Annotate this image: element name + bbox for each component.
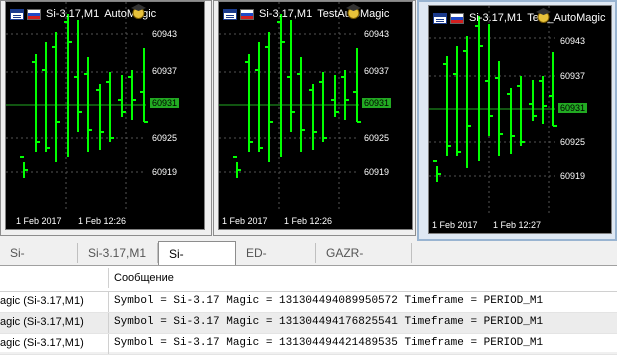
chart-title: Si-3.17,M1 [259,8,313,20]
current-price-label: 60931 [150,98,180,108]
column-message-header[interactable]: Сообщение [114,272,174,284]
tab-si-m1-3[interactable]: Si-3.17,M1 [158,241,236,285]
symbol-flag-icon [27,8,41,20]
experts-log: Сообщение agic (Si-3.17,M1) Symbol = Si-… [0,266,617,355]
y-tick-label: 60937 [152,66,178,76]
y-tick-label: 60925 [364,133,390,143]
log-header: Сообщение [0,266,617,292]
current-price-label: 60931 [558,103,588,113]
price-chart-2[interactable]: Si-3.17,M1 TestAutoMagic 60943 60937 609… [218,1,413,230]
column-divider[interactable] [108,268,109,288]
chart-window-1[interactable]: Si-3.17,M1 AutoMagic 60943 60937 60931 6… [0,0,212,236]
column-divider [108,334,109,354]
y-tick-label: 60943 [364,29,390,39]
symbol-flag-icon [240,8,254,20]
x-tick-label: 1 Feb 12:26 [284,216,333,226]
chart-window-3[interactable]: Si-3.17,M1 Test_AutoMagic 60943 60937 60… [417,0,617,241]
chart-window-2[interactable]: Si-3.17,M1 TestAutoMagic 60943 60937 609… [213,0,416,236]
x-tick-label: 1 Feb 2017 [432,220,478,230]
tab-gazr-h1[interactable]: GAZR-3.17,H1 [316,243,412,280]
tab-ed-h1[interactable]: ED-3.17,H1 [236,243,316,280]
price-chart-1[interactable]: Si-3.17,M1 AutoMagic 60943 60937 60931 6… [5,1,205,230]
chart-window-icon [433,12,447,24]
chart-title: Si-3.17,M1 [469,12,523,24]
log-source: agic (Si-3.17,M1) [0,295,84,307]
y-tick-label: 60919 [364,167,390,177]
expert-advisor-icon[interactable] [130,2,147,19]
x-tick-label: 1 Feb 2017 [222,216,268,226]
y-tick-label: 60943 [560,36,586,46]
y-tick-label: 60919 [560,171,586,181]
current-price-label: 60931 [362,98,392,108]
y-tick-label: 60925 [152,133,178,143]
log-row[interactable]: agic (Si-3.17,M1) Symbol = Si-3.17 Magic… [0,292,617,313]
chart-window-icon [223,8,237,20]
column-divider [108,292,109,312]
log-message: Symbol = Si-3.17 Magic = 131304494421489… [114,337,544,349]
expert-advisor-icon[interactable] [345,2,362,19]
log-source: agic (Si-3.17,M1) [0,337,84,349]
tab-si-m1-2[interactable]: Si-3.17,M1 [78,243,158,263]
chart-tabs: Si-3.17,M1 Si-3.17,M1 Si-3.17,M1 ED-3.17… [0,241,617,285]
y-tick-label: 60925 [560,137,586,147]
y-tick-label: 60937 [364,66,390,76]
log-row[interactable]: agic (Si-3.17,M1) Symbol = Si-3.17 Magic… [0,313,617,334]
price-bars [429,6,557,216]
log-message: Symbol = Si-3.17 Magic = 131304494176825… [114,316,544,328]
chart-title: Si-3.17,M1 [46,8,100,20]
column-divider [108,313,109,333]
chart-window-icon [10,8,24,20]
chart-header: Si-3.17,M1 Test_AutoMagic [433,11,605,25]
tab-si-m1-1[interactable]: Si-3.17,M1 [0,243,78,280]
log-source: agic (Si-3.17,M1) [0,316,84,328]
y-tick-label: 60937 [560,71,586,81]
x-tick-label: 1 Feb 12:26 [78,216,127,226]
log-message: Symbol = Si-3.17 Magic = 131304494089950… [114,295,544,307]
chart-header: Si-3.17,M1 TestAutoMagic [223,7,389,21]
price-chart-3[interactable]: Si-3.17,M1 Test_AutoMagic 60943 60937 60… [428,5,612,234]
x-tick-label: 1 Feb 2017 [16,216,62,226]
y-tick-label: 60919 [152,167,178,177]
expert-advisor-icon[interactable] [535,6,552,23]
symbol-flag-icon [450,12,464,24]
y-tick-label: 60943 [152,29,178,39]
x-tick-label: 1 Feb 12:27 [493,220,542,230]
